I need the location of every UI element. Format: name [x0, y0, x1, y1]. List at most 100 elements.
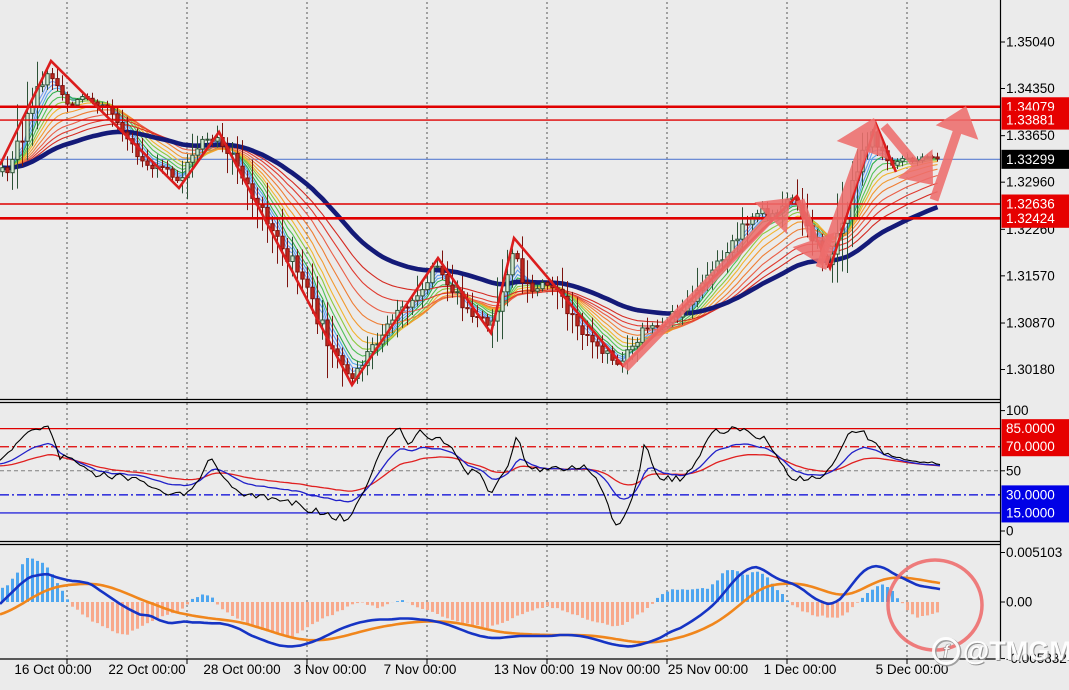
candle-body — [40, 84, 45, 88]
price-scale[interactable]: 1.350401.343501.336501.329601.322601.315… — [1000, 35, 1069, 667]
candle-body — [585, 334, 590, 336]
candle-body — [140, 156, 145, 162]
candle-body — [415, 295, 420, 301]
scale-label: 100 — [1006, 403, 1029, 418]
candle-body — [205, 138, 210, 141]
scale-label: 1.31570 — [1006, 268, 1055, 283]
chart-canvas[interactable]: 1.350401.343501.336501.329601.322601.315… — [0, 0, 1069, 690]
candle-body — [200, 138, 205, 150]
watermark-group: f @TMGM@TMGM — [932, 636, 1069, 667]
candle-body — [900, 157, 905, 162]
scale-label: 1.30180 — [1006, 362, 1055, 377]
candle-body — [600, 345, 605, 354]
candle-body — [305, 278, 310, 288]
candle-body — [60, 85, 65, 96]
candle-body — [935, 156, 940, 160]
scale-label: 0.00 — [1006, 595, 1032, 610]
candle-body — [410, 299, 415, 308]
candle-body — [280, 235, 285, 250]
scale-label: 50 — [1006, 463, 1021, 478]
candle-body — [650, 325, 655, 329]
candle-body — [485, 317, 490, 326]
candle-body — [895, 160, 900, 166]
candle-body — [295, 255, 300, 273]
candle-body — [545, 282, 550, 286]
candle-body — [525, 282, 530, 285]
candle-body — [590, 334, 595, 343]
candle-body — [160, 165, 165, 168]
candle-body — [320, 319, 325, 325]
candle-body — [150, 164, 155, 170]
candle-body — [70, 103, 75, 106]
candle-body — [110, 106, 115, 115]
candle-body — [25, 112, 30, 142]
time-label: 16 Oct 00:00 — [14, 662, 91, 677]
candle-body — [640, 327, 645, 343]
candle-body — [50, 73, 55, 80]
candle-body — [505, 274, 510, 293]
candle-body — [740, 223, 745, 240]
candle-body — [215, 137, 220, 142]
watermark: f @TMGM@TMGM — [932, 636, 1069, 667]
time-label: 19 Nov 00:00 — [580, 662, 660, 677]
candle-body — [605, 350, 610, 354]
candle-body — [65, 94, 70, 105]
candle-body — [115, 113, 120, 124]
candle-body — [755, 213, 760, 218]
candle-body — [300, 271, 305, 280]
candle-body — [55, 78, 60, 87]
watermark-logo-letter: f — [943, 642, 951, 663]
trading-chart-window: 1.35040 1.34350 1.33650 1.32960 1.32260 1.315… — [0, 0, 1069, 690]
candle-body — [735, 238, 740, 242]
candle-body — [10, 158, 15, 174]
time-label: 1 Dec 00:00 — [764, 662, 837, 677]
down-arrow-annotation[interactable] — [880, 123, 933, 185]
watermark-text: @TMGM — [963, 636, 1069, 666]
scale-label: 1.35040 — [1006, 35, 1055, 50]
scale-badge-label: 15.0000 — [1006, 505, 1055, 520]
candle-body — [465, 307, 470, 310]
candle-body — [445, 274, 450, 286]
time-label: 5 Dec 00:00 — [876, 662, 949, 677]
time-label: 7 Nov 00:00 — [384, 662, 457, 677]
candle-body — [370, 344, 375, 353]
candle-body — [75, 99, 80, 106]
candle-body — [450, 284, 455, 293]
candle-body — [515, 253, 520, 260]
candle-body — [290, 255, 295, 262]
candle-body — [45, 73, 50, 86]
candle-body — [260, 204, 265, 208]
candle-body — [15, 140, 20, 160]
candle-body — [80, 96, 85, 101]
candle-body — [425, 282, 430, 291]
candle-body — [580, 325, 585, 335]
ma-ribbon-line — [2, 80, 938, 373]
oscillator-panel[interactable] — [0, 425, 1000, 526]
candle-body — [275, 230, 280, 237]
candles[interactable] — [0, 61, 940, 387]
macd-panel[interactable] — [0, 558, 984, 652]
time-axis[interactable]: 16 Oct 00:00 22 Oct 00:00 28 Oct 00:00 3 No… — [14, 659, 948, 677]
candle-body — [350, 373, 355, 379]
scale-badge-label: 1.32424 — [1006, 211, 1055, 226]
candle-body — [170, 168, 175, 178]
scale-badge-label: 30.0000 — [1006, 487, 1055, 502]
time-label: 13 Nov 00:00 — [494, 662, 574, 677]
scale-badge-label: 85.0000 — [1006, 421, 1055, 436]
candle-body — [190, 154, 195, 163]
candle-body — [520, 258, 525, 284]
scale-label: 0.005103 — [1006, 545, 1062, 560]
candle-body — [575, 314, 580, 327]
scale-badge-label: 1.33881 — [1006, 113, 1055, 128]
candle-body — [745, 223, 750, 226]
main-price-panel[interactable] — [0, 58, 1000, 388]
candle-body — [420, 289, 425, 297]
scale-badge-label: 1.33299 — [1006, 152, 1055, 167]
candle-body — [165, 167, 170, 170]
rsi-slow-line — [0, 453, 941, 492]
candle-body — [530, 282, 535, 292]
scale-label: 1.34350 — [1006, 81, 1055, 96]
candle-body — [0, 167, 5, 173]
candle-body — [5, 167, 10, 174]
time-label: 28 Oct 00:00 — [203, 662, 280, 677]
